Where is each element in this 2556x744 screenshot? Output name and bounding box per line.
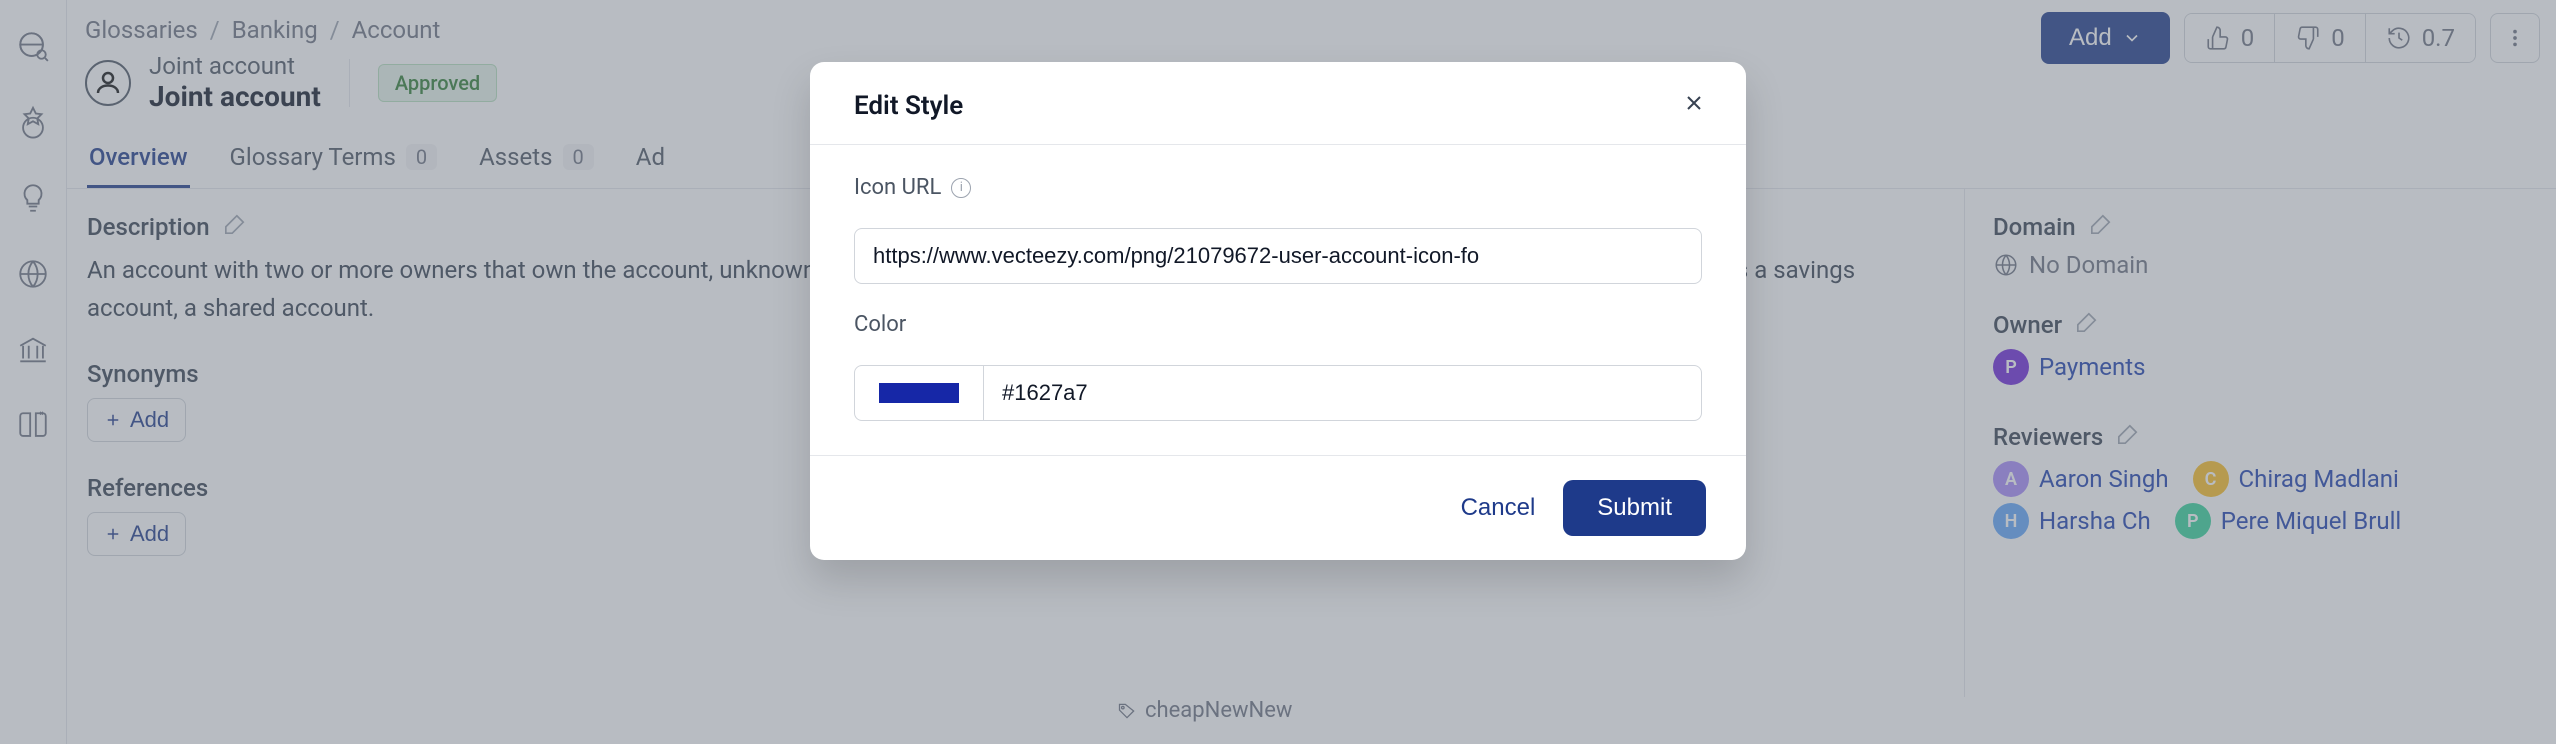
- modal-body: Icon URL i Color: [810, 145, 1746, 455]
- color-swatch: [879, 383, 959, 403]
- icon-url-input[interactable]: [854, 228, 1702, 284]
- close-modal-button[interactable]: [1682, 90, 1706, 122]
- info-icon[interactable]: i: [951, 178, 971, 198]
- modal-footer: Cancel Submit: [810, 455, 1746, 560]
- modal-header: Edit Style: [810, 62, 1746, 145]
- color-hex-input[interactable]: [984, 365, 1702, 421]
- cancel-button[interactable]: Cancel: [1461, 494, 1536, 522]
- edit-style-modal: Edit Style Icon URL i Color Cancel Submi…: [810, 62, 1746, 560]
- icon-url-label: Icon URL: [854, 175, 941, 200]
- modal-overlay[interactable]: Edit Style Icon URL i Color Cancel Submi…: [0, 0, 2556, 744]
- close-icon: [1682, 91, 1706, 115]
- submit-button[interactable]: Submit: [1563, 480, 1706, 536]
- color-label: Color: [854, 312, 1702, 337]
- icon-url-label-row: Icon URL i: [854, 175, 1702, 200]
- color-swatch-button[interactable]: [854, 365, 984, 421]
- modal-title: Edit Style: [854, 91, 963, 121]
- color-input-row: [854, 365, 1702, 421]
